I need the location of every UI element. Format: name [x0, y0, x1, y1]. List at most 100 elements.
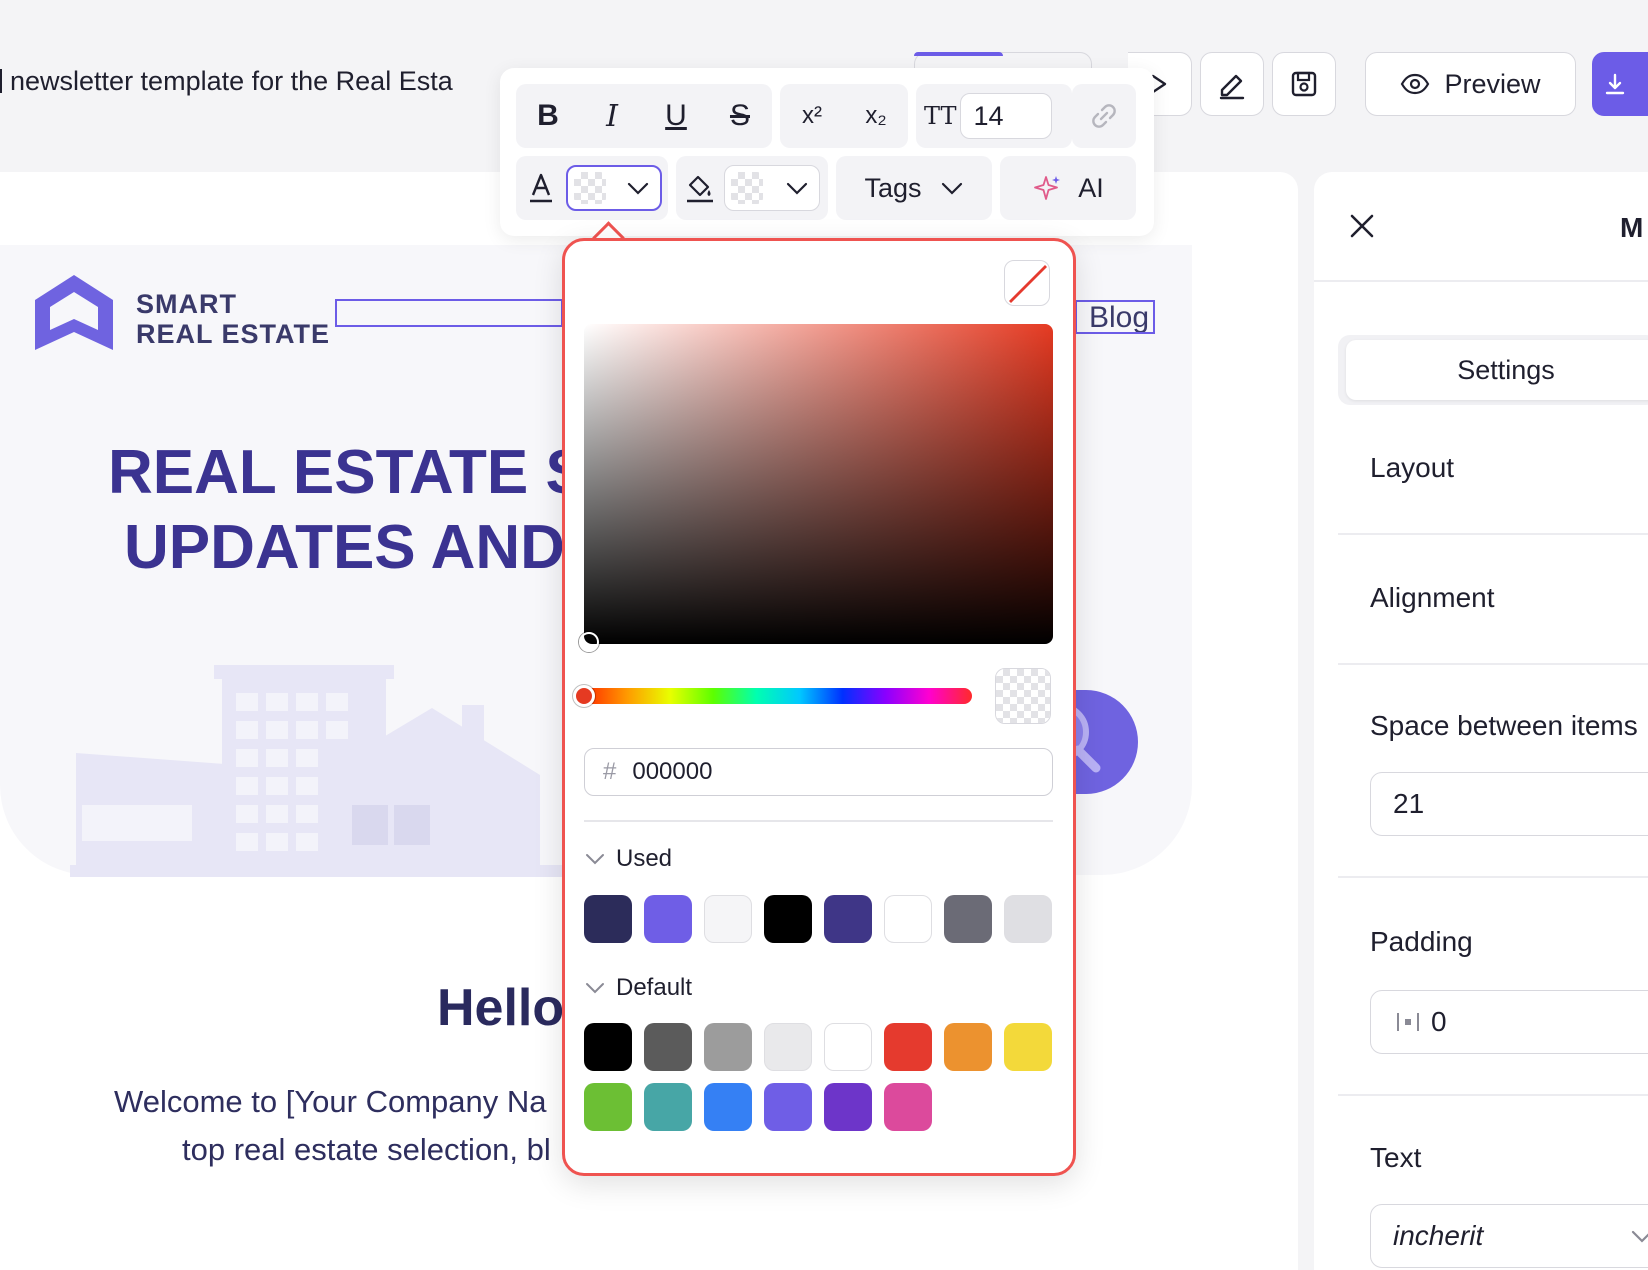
- color-swatch[interactable]: [764, 1023, 812, 1071]
- strikethrough-button[interactable]: S: [708, 84, 772, 148]
- color-swatch[interactable]: [884, 895, 932, 943]
- used-colors-toggle[interactable]: Used: [584, 845, 672, 873]
- color-swatch[interactable]: [704, 895, 752, 943]
- background-color-group: [676, 156, 828, 220]
- hue-slider-handle[interactable]: [573, 685, 595, 707]
- padding-label: Padding: [1370, 926, 1473, 957]
- italic-button[interactable]: I: [580, 84, 644, 148]
- ai-label: AI: [1078, 172, 1104, 203]
- space-between-input[interactable]: 21: [1370, 772, 1648, 836]
- color-swatch[interactable]: [644, 1023, 692, 1071]
- superscript-button[interactable]: x²: [780, 84, 844, 148]
- color-swatch[interactable]: [704, 1083, 752, 1131]
- nav-blog-link[interactable]: Blog: [1075, 300, 1155, 334]
- text-select[interactable]: incherit: [1370, 1204, 1648, 1268]
- font-size-icon: TT: [924, 102, 957, 130]
- hero-line1: REAL ESTATE S: [108, 438, 587, 507]
- hex-input[interactable]: # 000000: [584, 748, 1053, 796]
- color-swatch[interactable]: [644, 895, 692, 943]
- buildings-illustration: [70, 665, 570, 877]
- divider: [1338, 876, 1648, 878]
- bold-label: B: [537, 99, 559, 132]
- alignment-label: Alignment: [1370, 582, 1495, 613]
- close-icon[interactable]: [1346, 210, 1378, 242]
- link-button[interactable]: [1072, 84, 1136, 148]
- divider: [1338, 1094, 1648, 1096]
- welcome-line2: top real estate selection, bl: [182, 1132, 551, 1167]
- tab-settings[interactable]: Settings: [1346, 340, 1648, 400]
- font-size-group: TT 14: [916, 84, 1072, 148]
- underline-button[interactable]: U: [644, 84, 708, 148]
- background-color-swatch: [731, 172, 763, 204]
- color-swatch[interactable]: [764, 895, 812, 943]
- chevron-down-icon: [941, 182, 962, 195]
- welcome-paragraph[interactable]: Welcome to [Your Company Na top real est…: [114, 1078, 551, 1174]
- subscript-button[interactable]: x₂: [844, 84, 908, 148]
- hex-value: 000000: [632, 758, 713, 785]
- logo-text: SMART REAL ESTATE: [136, 289, 330, 349]
- selected-menu-element[interactable]: [335, 299, 563, 327]
- preview-button[interactable]: Preview: [1365, 52, 1576, 116]
- chevron-down-icon: [627, 182, 649, 195]
- color-swatch[interactable]: [1004, 1023, 1052, 1071]
- color-swatch[interactable]: [644, 1083, 692, 1131]
- color-swatch[interactable]: [824, 895, 872, 943]
- color-swatch[interactable]: [1004, 895, 1052, 943]
- export-button[interactable]: [1592, 52, 1648, 116]
- pencil-icon: [1219, 74, 1245, 100]
- panel-header-divider: [1314, 280, 1648, 282]
- saturation-cursor[interactable]: [579, 632, 599, 652]
- padding-input[interactable]: 0: [1370, 990, 1648, 1054]
- hex-prefix: #: [603, 758, 617, 785]
- chevron-down-icon: [1631, 1230, 1648, 1243]
- welcome-line1: Welcome to [Your Company Na: [114, 1084, 547, 1119]
- color-swatch[interactable]: [584, 1083, 632, 1131]
- no-color-button[interactable]: [1004, 260, 1050, 306]
- hero-line2: UPDATES AND: [124, 513, 565, 582]
- tags-label: Tags: [864, 172, 922, 203]
- script-group: x² x₂: [780, 84, 908, 148]
- link-icon: [1092, 104, 1116, 128]
- color-swatch[interactable]: [944, 1023, 992, 1071]
- layout-label: Layout: [1370, 452, 1455, 483]
- color-swatch[interactable]: [884, 1083, 932, 1131]
- color-swatch[interactable]: [584, 895, 632, 943]
- ai-button[interactable]: AI: [1000, 156, 1136, 220]
- divider: [1338, 533, 1648, 535]
- format-group: B I U S: [516, 84, 772, 148]
- color-swatch[interactable]: [704, 1023, 752, 1071]
- used-colors-label: Used: [616, 845, 673, 872]
- background-color-dropdown[interactable]: [724, 165, 820, 211]
- greeting-heading[interactable]: Hello: [437, 978, 564, 1038]
- eye-icon: [1401, 73, 1430, 95]
- color-swatch[interactable]: [884, 1023, 932, 1071]
- fill-bucket-icon: [687, 175, 713, 203]
- space-between-label: Space between items: [1370, 710, 1638, 741]
- no-color-icon: [1009, 265, 1047, 303]
- document-title[interactable]: newsletter template for the Real Esta: [0, 66, 453, 97]
- preview-label: Preview: [1444, 68, 1541, 99]
- color-swatch[interactable]: [824, 1023, 872, 1071]
- text-color-group: [516, 156, 668, 220]
- default-colors-toggle[interactable]: Default: [584, 974, 692, 1002]
- color-swatch[interactable]: [824, 1083, 872, 1131]
- font-size-input[interactable]: 14: [960, 93, 1053, 139]
- view-toggle-active[interactable]: [914, 52, 1003, 56]
- bold-button[interactable]: B: [516, 84, 580, 148]
- text-color-dropdown[interactable]: [566, 165, 662, 211]
- text-label: Text: [1370, 1142, 1422, 1173]
- color-swatch[interactable]: [764, 1083, 812, 1131]
- hue-slider[interactable]: [584, 688, 972, 704]
- tags-dropdown[interactable]: Tags: [836, 156, 992, 220]
- save-button[interactable]: [1272, 52, 1336, 116]
- color-swatch[interactable]: [944, 895, 992, 943]
- edit-button[interactable]: [1200, 52, 1264, 116]
- hero-heading[interactable]: REAL ESTATE S UPDATES AND: [108, 435, 587, 585]
- panel-title: M: [1620, 212, 1644, 243]
- transparent-pattern: [996, 669, 1050, 723]
- color-swatch[interactable]: [584, 1023, 632, 1071]
- divider: [1338, 663, 1648, 665]
- save-icon: [1291, 71, 1317, 97]
- saturation-value-area[interactable]: [584, 324, 1053, 644]
- sparkle-icon: [1034, 176, 1061, 200]
